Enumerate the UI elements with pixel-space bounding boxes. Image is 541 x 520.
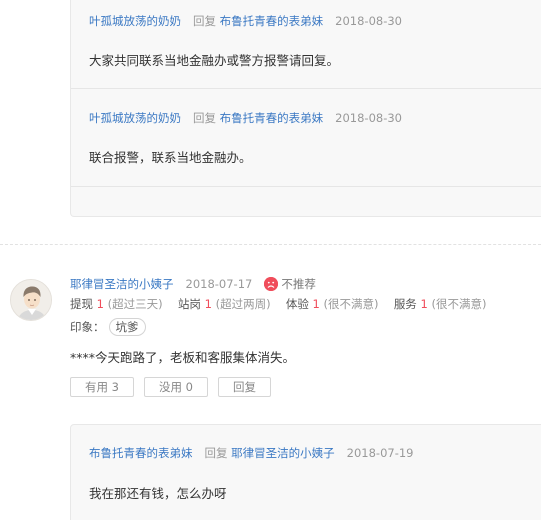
reply-item: 叶孤城放荡的奶奶 回复 布鲁托青春的表弟妹 2018-08-30 大家共同联系当地金…: [71, 0, 541, 89]
reply-thread-box: 叶孤城放荡的奶奶 回复 布鲁托青春的表弟妹 2018-08-30 大家共同联系当地金…: [70, 0, 541, 217]
reply-word: 回复: [193, 111, 216, 125]
rating-note: (很不满意): [323, 297, 379, 311]
ratings-row: 提现 1 (超过三天) 站岗 1 (超过两周) 体验 1 (很不满意) 服务 1…: [70, 296, 540, 314]
rating-note: (超过三天): [107, 297, 163, 311]
useful-button[interactable]: 有用 3: [70, 377, 134, 397]
reply-date: 2018-08-30: [335, 111, 402, 125]
user-avatar-icon: [11, 280, 51, 320]
reply-item: 叶孤城放荡的奶奶 回复 布鲁托青春的表弟妹 2018-08-30 联合报警，联系当地…: [71, 89, 541, 187]
reply-separator: [71, 186, 541, 187]
reply-author-link[interactable]: 叶孤城放荡的奶奶: [89, 111, 181, 125]
reply-word: 回复: [204, 446, 228, 460]
reply-meta: 布鲁托青春的表弟妹 回复 耶律冒圣洁的小姨子 2018-07-19: [89, 445, 414, 461]
rating-label: 提现: [70, 297, 93, 311]
rating-note: (很不满意): [431, 297, 487, 311]
impression-tag: 坑爹: [108, 318, 146, 336]
review-date: 2018-07-17: [185, 277, 253, 291]
reply-target-link[interactable]: 耶律冒圣洁的小姨子: [231, 446, 335, 460]
review-header: 耶律冒圣洁的小姨子 2018-07-17 不推荐: [70, 275, 540, 293]
reply-text: 我在那还有钱，怎么办呀: [89, 486, 227, 501]
reply-target-link[interactable]: 布鲁托青春的表弟妹: [220, 111, 324, 125]
review-author-link[interactable]: 耶律冒圣洁的小姨子: [70, 276, 174, 292]
reply-meta: 叶孤城放荡的奶奶 回复 布鲁托青春的表弟妹 2018-08-30: [89, 13, 402, 29]
review-content: ****今天跑路了，老板和客服集体消失。: [70, 350, 296, 365]
rating-score: 1: [312, 297, 320, 311]
reply-text: 联合报警，联系当地金融办。: [89, 150, 252, 165]
reply-author-link[interactable]: 叶孤城放荡的奶奶: [89, 14, 181, 28]
reply-date: 2018-08-30: [335, 14, 402, 28]
reply-text: 大家共同联系当地金融办或警方报警请回复。: [89, 53, 340, 68]
reply-date: 2018-07-19: [346, 446, 414, 460]
reply-button[interactable]: 回复: [217, 377, 271, 397]
impression-label: 印象：: [70, 320, 105, 334]
avatar[interactable]: [10, 279, 52, 321]
reply-word: 回复: [193, 14, 216, 28]
rating-note: (超过两周): [215, 297, 271, 311]
reply-target-link[interactable]: 布鲁托青春的表弟妹: [220, 14, 324, 28]
rating-score: 1: [420, 297, 428, 311]
rating-label: 体验: [285, 297, 309, 311]
rating-label: 站岗: [177, 297, 201, 311]
reply-thread-box: 布鲁托青春的表弟妹 回复 耶律冒圣洁的小姨子 2018-07-19 我在那还有钱，怎…: [70, 424, 541, 520]
reply-meta: 叶孤城放荡的奶奶 回复 布鲁托青春的表弟妹 2018-08-30: [89, 110, 402, 126]
useless-button[interactable]: 没用 0: [143, 377, 208, 397]
reply-author-link[interactable]: 布鲁托青春的表弟妹: [89, 446, 193, 460]
review-actions: 有用 3 没用 0 回复: [70, 377, 540, 397]
rating-score: 1: [204, 297, 212, 311]
recommend-status: 不推荐: [281, 277, 316, 291]
review-item: 耶律冒圣洁的小姨子 2018-07-17 不推荐 提现 1 (超过三天) 站岗 …: [70, 275, 540, 397]
impression-row: 印象： 坑爹: [70, 317, 540, 337]
rating-label: 服务: [393, 297, 417, 311]
rating-score: 1: [96, 297, 104, 311]
review-divider: [0, 244, 541, 245]
sad-face-icon: [264, 277, 279, 291]
